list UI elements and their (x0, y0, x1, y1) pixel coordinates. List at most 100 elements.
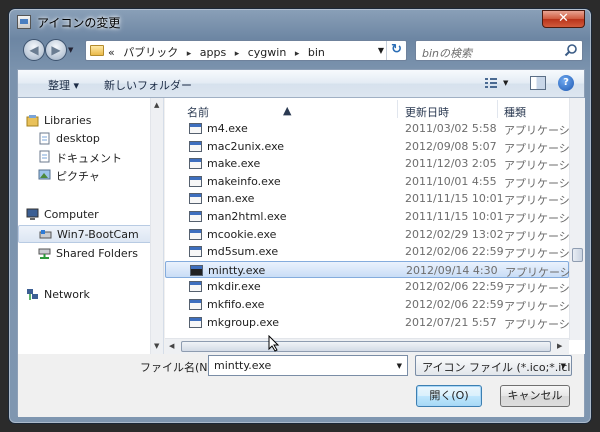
nav-network-label: Network (44, 288, 90, 301)
nav-desktop[interactable]: desktop (18, 130, 156, 148)
file-date: 2012/02/06 22:59 (405, 298, 504, 311)
file-name: mac2unix.exe (207, 139, 285, 153)
file-row[interactable]: mkdir.exe 2012/02/06 22:59 アプリケーション (165, 278, 585, 296)
nav-shared-label: Shared Folders (56, 247, 138, 260)
chevron-right-icon[interactable]: ▸ (187, 49, 192, 59)
chevron-down-icon[interactable]: ▼ (378, 46, 384, 55)
file-date: 2012/02/29 13:02 (405, 227, 504, 241)
scroll-up-icon[interactable]: ▲ (154, 101, 159, 109)
chevron-down-icon[interactable]: ▼ (561, 362, 566, 370)
file-name: man2html.exe (207, 210, 287, 223)
scroll-thumb-horizontal[interactable] (181, 341, 551, 352)
file-name: m4.exe (207, 122, 248, 135)
column-headers: ▲ 名前 更新日時 種類 (165, 98, 585, 120)
network-drive-icon (38, 248, 51, 259)
scroll-thumb[interactable] (572, 248, 583, 262)
file-row[interactable]: man2html.exe 2011/11/15 10:01 アプリケーション (165, 208, 585, 226)
file-row[interactable]: mintty.exe 2012/09/14 4:30 アプリケーション (165, 260, 585, 279)
close-button[interactable]: ✕ (542, 10, 585, 28)
forward-button[interactable]: ▶ (45, 39, 67, 61)
library-icon (26, 115, 39, 127)
file-row[interactable]: m4.exe 2011/03/02 5:58 アプリケーション (165, 120, 585, 138)
nav-network[interactable]: Network (18, 286, 156, 304)
address-row: ◀ ▶ ▼ « パブリック ▸ apps ▸ cygwin ▸ bin ▼ ↻ … (17, 37, 585, 63)
nav-drive-label: Win7-BootCam (57, 228, 139, 241)
file-row[interactable]: man.exe 2011/11/15 10:01 アプリケーション (165, 190, 585, 208)
scroll-right-icon[interactable]: ▶ (557, 342, 562, 350)
breadcrumb-cygwin[interactable]: cygwin (248, 46, 287, 59)
nav-drive-bootcamp[interactable]: Win7-BootCam (18, 225, 156, 243)
window-icon (17, 15, 31, 29)
column-divider[interactable] (497, 100, 498, 118)
file-row[interactable]: mcookie.exe 2012/02/29 13:02 アプリケーション (165, 226, 585, 244)
file-date: 2011/11/15 10:01 (405, 192, 504, 206)
view-dropdown-icon[interactable]: ▼ (503, 79, 508, 87)
application-icon (189, 123, 202, 134)
nav-shared-folders[interactable]: Shared Folders (18, 245, 156, 263)
file-row[interactable]: makeinfo.exe 2011/10/01 4:55 アプリケーション (165, 173, 585, 191)
drive-icon (39, 230, 52, 239)
file-row[interactable]: mac2unix.exe 2012/09/08 5:07 アプリケーション (165, 138, 585, 156)
search-input[interactable]: binの検索 (415, 40, 583, 61)
document-icon (39, 150, 50, 163)
bottom-controls: ファイル名(N): mintty.exe ▼ アイコン ファイル (*.ico;… (18, 355, 584, 417)
application-icon (189, 246, 202, 258)
help-icon[interactable]: ? (558, 75, 574, 91)
file-date: 2012/09/14 4:30 (406, 263, 498, 277)
column-date[interactable]: 更新日時 (405, 104, 449, 120)
chevron-down-icon[interactable]: ▼ (397, 362, 402, 370)
refresh-icon[interactable]: ↻ (386, 41, 406, 60)
file-name: mkfifo.exe (207, 298, 265, 311)
file-row[interactable]: mkfifo.exe 2012/02/06 22:59 アプリケーション (165, 296, 585, 314)
application-icon (189, 175, 202, 187)
organize-menu[interactable]: 整理 ▾ (48, 77, 79, 93)
open-button[interactable]: 開く(O) (416, 385, 482, 407)
new-folder-button[interactable]: 新しいフォルダー (104, 77, 192, 93)
nav-pictures[interactable]: ピクチャ (18, 166, 156, 184)
file-row[interactable]: make.exe 2011/12/03 2:05 アプリケーション (165, 155, 585, 173)
nav-documents[interactable]: ドキュメント (18, 148, 156, 166)
file-name: mcookie.exe (207, 227, 277, 241)
back-button[interactable]: ◀ (23, 39, 45, 61)
preview-pane-icon[interactable] (530, 76, 546, 90)
filename-combobox[interactable]: mintty.exe ▼ (208, 355, 408, 376)
column-type[interactable]: 種類 (504, 104, 526, 120)
nav-computer[interactable]: Computer (18, 206, 156, 224)
filetype-select[interactable]: アイコン ファイル (*.ico;*.icl ▼ (415, 355, 572, 376)
breadcrumb-bin[interactable]: bin (308, 46, 325, 59)
file-list-vertical-scrollbar[interactable] (569, 98, 585, 340)
filetype-value: アイコン ファイル (*.ico;*.icl (422, 361, 571, 374)
mouse-pointer-icon (268, 335, 280, 352)
cancel-button[interactable]: キャンセル (500, 385, 570, 407)
recent-pages-dropdown[interactable]: ▼ (68, 46, 73, 54)
file-row[interactable]: mkgroup.exe 2012/07/21 5:57 アプリケーション (165, 314, 585, 332)
file-list-horizontal-scrollbar[interactable]: ◀ ▶ (165, 338, 569, 354)
scroll-left-icon[interactable]: ◀ (169, 342, 174, 350)
view-options-icon[interactable] (484, 76, 498, 90)
file-date: 2012/09/08 5:07 (405, 139, 497, 153)
breadcrumb-public[interactable]: パブリック (123, 46, 178, 59)
column-divider[interactable] (397, 100, 398, 118)
nav-desktop-label: desktop (56, 132, 100, 145)
file-date: 2011/11/15 10:01 (405, 210, 504, 223)
nav-documents-label: ドキュメント (56, 152, 122, 165)
file-name: mkgroup.exe (207, 315, 280, 329)
breadcrumb-apps[interactable]: apps (200, 46, 226, 59)
application-icon (189, 316, 202, 328)
file-date: 2012/02/06 22:59 (405, 245, 504, 259)
search-icon[interactable] (564, 43, 578, 57)
nav-pane-scrollbar[interactable]: ▲ ▼ (150, 98, 163, 354)
nav-libraries[interactable]: Libraries (18, 112, 156, 130)
file-name: man.exe (207, 192, 255, 206)
address-bar[interactable]: « パブリック ▸ apps ▸ cygwin ▸ bin ▼ ↻ (85, 40, 407, 61)
breadcrumb-overflow[interactable]: « (108, 46, 115, 59)
chevron-right-icon[interactable]: ▸ (295, 49, 300, 59)
title-bar: アイコンの変更 ✕ (9, 9, 591, 35)
filename-label: ファイル名(N): (140, 361, 216, 374)
scroll-down-icon[interactable]: ▼ (154, 342, 159, 350)
column-name[interactable]: 名前 (187, 104, 209, 120)
chevron-right-icon[interactable]: ▸ (235, 49, 240, 59)
file-list: ▲ 名前 更新日時 種類 m4.exe 2011/03/02 5:58 アプリケーシ… (165, 98, 585, 354)
application-icon (189, 193, 202, 205)
file-row[interactable]: md5sum.exe 2012/02/06 22:59 アプリケーション (165, 243, 585, 261)
